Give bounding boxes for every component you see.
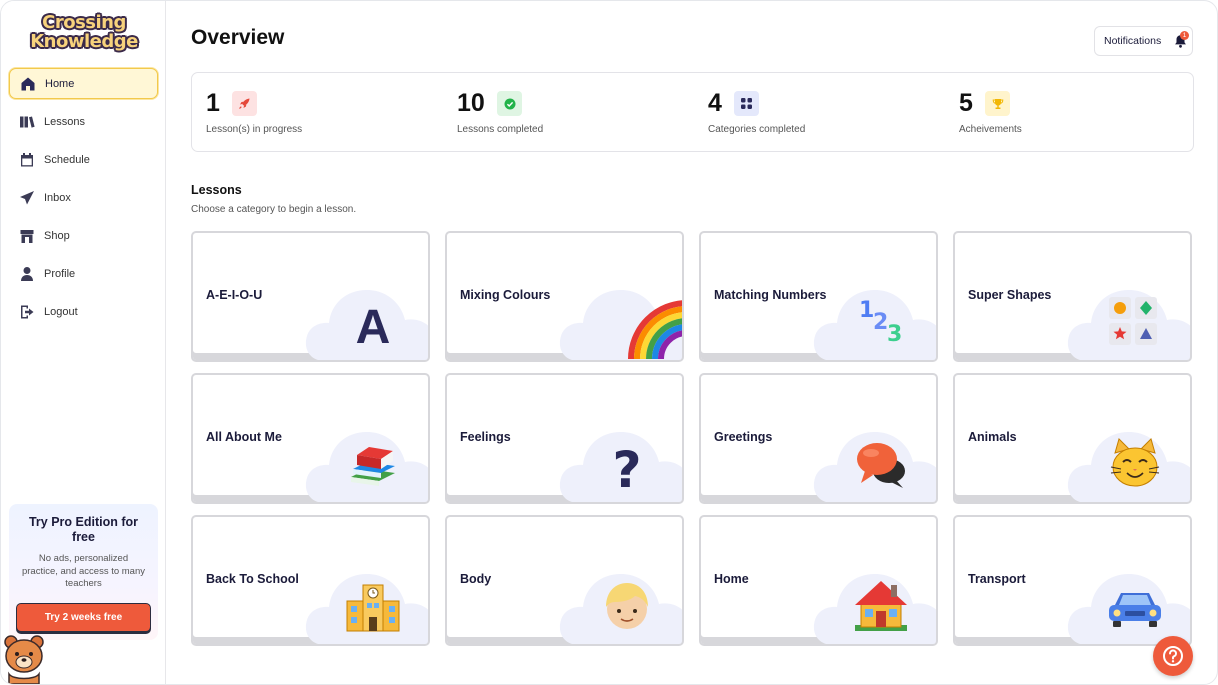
bear-mascot-icon (4, 635, 44, 684)
main-content: Overview Notifications 1 1 Lesson(s) in … (166, 1, 1217, 684)
lesson-card-body[interactable]: Body (445, 515, 684, 646)
sidebar-item-label: Schedule (44, 153, 90, 166)
lesson-card-title: Body (460, 572, 492, 586)
brand-line-2: Knowledge (30, 31, 138, 52)
lesson-card-home[interactable]: Home (699, 515, 938, 646)
lesson-card-title: Matching Numbers (714, 288, 827, 302)
books-icon (351, 447, 395, 486)
lesson-card-title: Transport (968, 572, 1026, 586)
lesson-card-title: Greetings (714, 430, 773, 444)
stat-in-progress: 1 Lesson(s) in progress (206, 89, 302, 135)
svg-text:3: 3 (887, 322, 902, 347)
sidebar-item-lessons[interactable]: Lessons (9, 106, 158, 137)
try-free-button[interactable]: Try 2 weeks free (16, 603, 151, 632)
notifications-label: Notifications (1104, 35, 1162, 47)
home-icon (19, 75, 37, 93)
sidebar-item-profile[interactable]: Profile (9, 258, 158, 289)
promo-title: Try Pro Edition for free (28, 515, 139, 544)
sidebar-item-logout[interactable]: Logout (9, 296, 158, 327)
page-title: Overview (191, 26, 285, 49)
lessons-subtitle: Choose a category to begin a lesson. (191, 204, 357, 215)
grid-icon (734, 91, 760, 116)
car-icon (1109, 593, 1161, 627)
user-icon (18, 265, 36, 283)
svg-text:A: A (356, 301, 391, 351)
lesson-card-title: All About Me (206, 430, 282, 444)
sidebar-item-label: Home (45, 77, 75, 90)
stat-value: 4 (708, 89, 722, 117)
lesson-card-title: Feelings (460, 430, 511, 444)
numbers-123-icon: 1 2 3 (859, 298, 902, 347)
sidebar-item-inbox[interactable]: Inbox (9, 182, 158, 213)
shapes-icon (1109, 297, 1157, 345)
lesson-card-greetings[interactable]: Greetings (699, 373, 938, 504)
stats-panel: 1 Lesson(s) in progress 10 Lessons compl… (191, 72, 1194, 152)
stat-categories: 4 Categories completed (708, 89, 805, 135)
store-icon (18, 227, 36, 245)
lesson-card-title: A-E-I-O-U (206, 288, 263, 302)
sidebar-item-schedule[interactable]: Schedule (9, 144, 158, 175)
lesson-card-all-about-me[interactable]: All About Me (191, 373, 430, 504)
sidebar-item-label: Inbox (44, 191, 71, 204)
svg-text:?: ? (612, 441, 641, 493)
book-icon (18, 113, 36, 131)
sidebar-item-label: Shop (44, 229, 70, 242)
lesson-card-transport[interactable]: Transport (953, 515, 1192, 646)
lesson-card-title: Home (714, 572, 749, 586)
lesson-card-mixing-colours[interactable]: Mixing Colours (445, 231, 684, 362)
sidebar-item-label: Logout (44, 305, 78, 318)
house-icon (855, 581, 907, 631)
stat-label: Lesson(s) in progress (206, 124, 303, 135)
lesson-card-title: Super Shapes (968, 288, 1052, 302)
lesson-card-aeiou[interactable]: A-E-I-O-U A (191, 231, 430, 362)
notifications-button[interactable]: Notifications 1 (1094, 26, 1193, 56)
paper-plane-icon (18, 189, 36, 207)
rainbow-icon (628, 300, 682, 359)
stat-label: Lessons completed (457, 124, 544, 135)
sidebar-item-label: Lessons (44, 115, 85, 128)
question-circle-icon (1163, 646, 1183, 666)
pro-promo-card: Try Pro Edition for free No ads, persona… (9, 504, 158, 640)
sidebar-item-home[interactable]: Home (9, 68, 158, 99)
stat-achievements: 5 Acheivements (959, 89, 1022, 135)
letter-a-icon: A (356, 301, 391, 351)
stat-completed: 10 Lessons completed (457, 89, 543, 135)
brand-line-1: Crossing (42, 12, 126, 33)
lesson-card-title: Animals (968, 430, 1017, 444)
calendar-icon (18, 151, 36, 169)
stat-value: 1 (206, 89, 220, 117)
stat-label: Categories completed (708, 124, 806, 135)
lessons-heading: Lessons (191, 183, 242, 197)
lesson-card-title: Back To School (206, 572, 299, 586)
lesson-card-matching-numbers[interactable]: Matching Numbers 1 2 3 (699, 231, 938, 362)
app-window: Crossing Knowledge Home Lessons Schedule… (0, 0, 1218, 685)
stat-label: Acheivements (959, 124, 1022, 135)
sidebar: Crossing Knowledge Home Lessons Schedule… (1, 1, 166, 684)
check-circle-icon (497, 91, 523, 116)
lesson-card-title: Mixing Colours (460, 288, 551, 302)
trophy-icon (985, 91, 1011, 116)
rocket-icon (232, 91, 258, 116)
sidebar-item-shop[interactable]: Shop (9, 220, 158, 251)
cat-face-icon (1110, 438, 1160, 487)
child-face-icon (606, 583, 648, 629)
school-icon (346, 584, 400, 632)
speech-bubbles-icon (857, 443, 905, 488)
sidebar-nav: Home Lessons Schedule Inbox Shop Profile… (9, 68, 158, 334)
stat-value: 5 (959, 89, 973, 117)
brand-logo[interactable]: Crossing Knowledge (29, 13, 139, 51)
lesson-card-back-to-school[interactable]: Back To School (191, 515, 430, 646)
logout-icon (18, 303, 36, 321)
sidebar-item-label: Profile (44, 267, 76, 280)
lesson-card-super-shapes[interactable]: Super Shapes (953, 231, 1192, 362)
question-mark-icon: ? (612, 441, 641, 493)
notification-count-badge: 1 (1180, 31, 1189, 40)
help-button[interactable] (1153, 636, 1193, 676)
stat-value: 10 (457, 89, 485, 117)
promo-text: No ads, personalized practice, and acces… (21, 553, 146, 589)
lesson-card-animals[interactable]: Animals (953, 373, 1192, 504)
lesson-card-feelings[interactable]: Feelings ? (445, 373, 684, 504)
